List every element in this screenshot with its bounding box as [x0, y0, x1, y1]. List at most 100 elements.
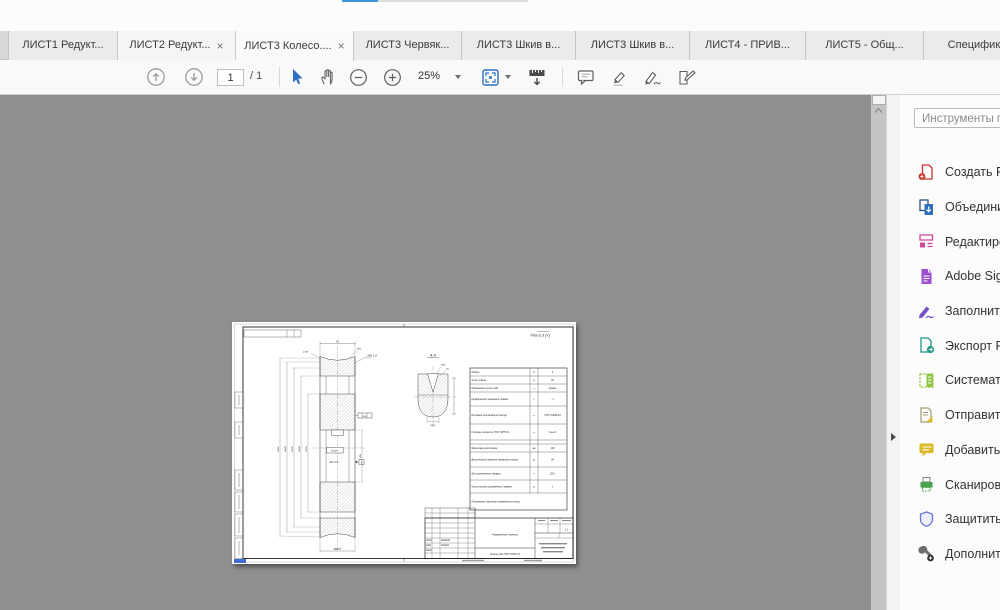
sign-document-tool-icon[interactable]: [677, 68, 699, 87]
engineering-drawing: √Ra 6,3 (√): [232, 322, 576, 564]
tool-protect[interactable]: Защитить: [900, 502, 1000, 537]
pdf-page[interactable]: √Ra 6,3 (√): [232, 322, 576, 564]
svg-text:ZK1: ZK1: [549, 473, 555, 475]
tab-list5-obshch[interactable]: ЛИСТ5 - Общ...: [806, 31, 924, 60]
panel-collapse-arrow-icon[interactable]: [891, 433, 896, 441]
svg-text:82: 82: [551, 380, 554, 382]
tab-list3-koleso[interactable]: ЛИСТ3 Колесо....×: [236, 31, 354, 61]
svg-text:42: 42: [336, 339, 339, 343]
tool-edit-pdf[interactable]: Редактировать PDF: [900, 224, 1000, 259]
comment-tool-icon[interactable]: [576, 68, 596, 87]
bore-dimension-frame: Ø70H7: [327, 448, 344, 454]
tab-close-icon[interactable]: ×: [217, 40, 224, 52]
zoom-in-button[interactable]: [383, 68, 402, 87]
svg-text:7-в-в-С: 7-в-в-С: [549, 432, 557, 434]
tool-combine-files[interactable]: Объединить файлы: [900, 190, 1000, 225]
tools-list: Создать PDF Объединить файлы Редактирова…: [900, 142, 1000, 571]
svg-text:Ø318: Ø318: [306, 446, 308, 453]
main-toolbar: / 1 25%: [0, 60, 1000, 95]
highlight-tool-icon[interactable]: [610, 68, 630, 87]
tool-scan-ocr[interactable]: Сканировать и распознать: [900, 467, 1000, 502]
svg-text:125: 125: [551, 448, 556, 450]
drawing-scale: 1:1: [565, 529, 569, 532]
svg-text:Исходный производящий контур: Исходный производящий контур: [472, 414, 508, 417]
local-roughness-mid: √Ra 1,6: [329, 460, 339, 464]
organize-pages-icon: [917, 371, 936, 390]
select-tool-icon[interactable]: [290, 68, 306, 87]
detail-label: А-А: [429, 354, 436, 358]
tab-list2-reduktor[interactable]: ЛИСТ2 Редукт...×: [118, 31, 236, 60]
tool-export-pdf[interactable]: Экспорт PDF: [900, 328, 1000, 363]
combine-files-icon: [917, 198, 936, 217]
svg-text:Ø95: Ø95: [360, 453, 362, 459]
svg-text:Ø336: Ø336: [292, 446, 294, 453]
svg-text:x: x: [532, 399, 535, 401]
svg-text:—: —: [532, 388, 536, 390]
svg-text:−1: −1: [551, 399, 554, 401]
svg-text:ГОСТ 19036-94: ГОСТ 19036-94: [544, 414, 561, 417]
scrollbar-up-icon[interactable]: [873, 107, 884, 114]
tool-more-tools[interactable]: Дополнительные инструменты: [900, 537, 1000, 572]
sheet-frame: [235, 324, 574, 562]
fit-page-button[interactable]: [481, 68, 501, 87]
create-pdf-icon: [917, 163, 936, 182]
tab-list3-chervyak[interactable]: ЛИСТ3 Червяк...: [354, 31, 462, 60]
tool-fill-sign[interactable]: Заполнить и подписать: [900, 294, 1000, 329]
tab-list3-shkiv-1[interactable]: ЛИСТ3 Шкив в...: [462, 31, 576, 60]
adobe-sign-icon: [917, 267, 936, 286]
tab-list3-shkiv-2[interactable]: ЛИСТ3 Шкив в...: [576, 31, 690, 60]
tool-add-comment[interactable]: Добавить комментарий: [900, 433, 1000, 468]
zoom-level-value[interactable]: 25%: [418, 70, 440, 82]
tool-create-pdf[interactable]: Создать PDF: [900, 155, 1000, 190]
svg-text:Число витков сопряженного черв: Число витков сопряженного червяка: [472, 486, 513, 488]
tab-list1-reduktor[interactable]: ЛИСТ1 Редукт...: [8, 31, 118, 60]
svg-text:Ø344: Ø344: [284, 446, 287, 453]
tool-send-for-review[interactable]: Отправить на рецензирование: [900, 398, 1000, 433]
svg-text:Ø6,3: Ø6,3: [430, 425, 437, 427]
svg-text:Ø356: Ø356: [278, 446, 280, 453]
detail-view: А-А R0,4 R2 Ø6,3: [414, 354, 456, 429]
svg-text:Межосевое расстояние: Межосевое расстояние: [472, 448, 499, 450]
export-pdf-icon: [917, 336, 936, 355]
scrolling-mode-button[interactable]: [527, 67, 547, 88]
more-tools-wrench-icon: [917, 544, 936, 563]
tab-spetsifikatsiya[interactable]: Специфик...: [924, 31, 1000, 60]
toolbar-divider: [279, 67, 280, 87]
page-count-label: / 1: [250, 70, 262, 82]
toolbar-divider: [562, 67, 563, 87]
page-number-input[interactable]: [217, 69, 244, 86]
main-view: Ø70H7 √Ra 1,6 0,05: [278, 339, 377, 553]
vertical-scrollbar[interactable]: [871, 95, 886, 610]
tools-search-box[interactable]: [914, 108, 1000, 128]
next-page-button[interactable]: [184, 67, 204, 87]
zoom-dropdown-caret[interactable]: [455, 75, 461, 79]
datum-flag: А: [355, 460, 364, 465]
svg-text:Степень точности ГОСТ 3675-81: Степень точности ГОСТ 3675-81: [472, 432, 510, 434]
tools-panel: Создать PDF Объединить файлы Редактирова…: [900, 95, 1000, 610]
svg-text:Ø42H7: Ø42H7: [333, 548, 342, 551]
tool-adobe-sign[interactable]: Adobe Sign: [900, 259, 1000, 294]
svg-text:А: А: [360, 461, 363, 464]
loading-bar-progress: [342, 0, 378, 2]
dimension-right: Ø95: [349, 430, 364, 482]
fit-dropdown-caret[interactable]: [505, 75, 511, 79]
hand-tool-icon[interactable]: [318, 67, 338, 87]
page-link-highlight[interactable]: [234, 559, 246, 563]
tool-organize-pages[interactable]: Систематизировать страницы: [900, 363, 1000, 398]
svg-text:√Ra 1,6: √Ra 1,6: [367, 354, 377, 358]
tab-close-icon[interactable]: ×: [338, 40, 345, 52]
previous-page-button[interactable]: [146, 67, 166, 87]
tab-list4-privod[interactable]: ЛИСТ4 - ПРИВ...: [690, 31, 806, 60]
document-viewport[interactable]: √Ra 6,3 (√): [0, 95, 886, 610]
roughness-note: √Ra 6,3 (√): [530, 332, 551, 338]
svg-text:R0,4: R0,4: [441, 364, 446, 367]
zoom-out-button[interactable]: [349, 68, 368, 87]
scrollbar-thumb[interactable]: [872, 95, 886, 105]
svg-text:√Ra 6,3 (√): √Ra 6,3 (√): [530, 333, 551, 338]
document-tabbar: ЛИСТ1 Редукт... ЛИСТ2 Редукт...× ЛИСТ3 К…: [0, 31, 1000, 60]
svg-text:d₂: d₂: [533, 459, 535, 461]
svg-text:правое: правое: [549, 388, 557, 390]
local-roughness-top: √Ra 1,6: [355, 354, 377, 364]
fill-sign-tool-icon[interactable]: [643, 68, 665, 87]
tools-search-input[interactable]: [915, 110, 1000, 128]
